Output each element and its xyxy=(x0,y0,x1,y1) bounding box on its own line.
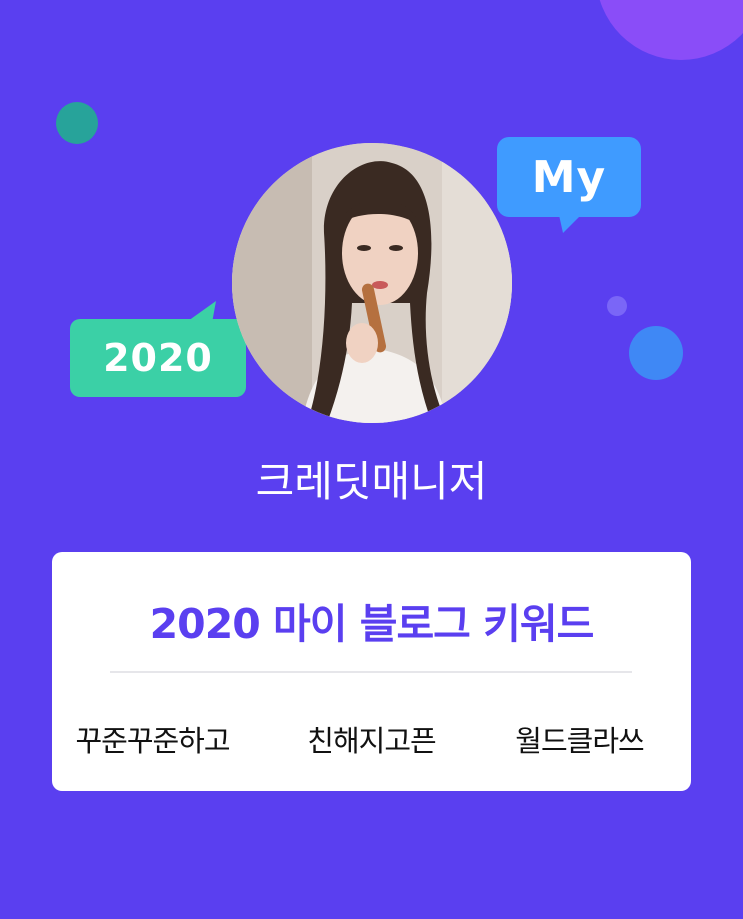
profile-name: 크레딧매니저 xyxy=(255,457,488,506)
my-bubble-label: My xyxy=(531,151,607,203)
keyword-item: 친해지고픈 xyxy=(307,724,436,758)
decorative-circle-teal xyxy=(56,102,98,144)
divider xyxy=(110,671,632,673)
keyword-item: 월드클라쓰 xyxy=(515,724,644,758)
profile-photo xyxy=(232,143,512,423)
keyword-item: 꾸준꾸준하고 xyxy=(75,724,230,758)
decorative-circle-small xyxy=(607,296,627,316)
decorative-circle-blue xyxy=(629,326,683,380)
card-title: 2020 마이 블로그 키워드 xyxy=(149,600,595,648)
keyword-card: 2020 마이 블로그 키워드 꾸준꾸준하고 친해지고픈 월드클라쓰 xyxy=(52,552,691,791)
year-speech-bubble: 2020 xyxy=(70,301,246,397)
decorative-circle-large xyxy=(596,0,743,60)
profile-avatar xyxy=(232,143,512,423)
my-speech-bubble: My xyxy=(497,137,641,233)
year-bubble-label: 2020 xyxy=(103,336,213,380)
